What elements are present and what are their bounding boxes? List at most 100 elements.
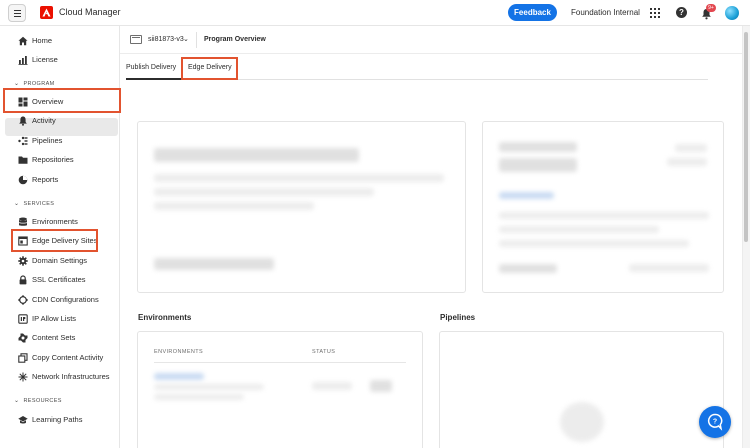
blurred-heading: [154, 148, 359, 162]
program-switcher[interactable]: sii81873-v3: [148, 36, 184, 43]
highlight-box-overview: [3, 88, 121, 113]
sidebar-item-label: Content Sets: [32, 333, 76, 342]
blurred-text: [499, 212, 709, 219]
divider: [196, 32, 197, 48]
chevron-down-icon: ⌄: [14, 201, 20, 207]
sidebar-item-label: Copy Content Activity: [32, 353, 104, 362]
sidebar-item-home[interactable]: Home: [0, 32, 120, 50]
pipelines-title: Pipelines: [440, 313, 476, 322]
main-content: sii81873-v3 ⌄ Program Overview Publish D…: [120, 26, 742, 448]
sidebar-item-pipelines[interactable]: Pipelines: [0, 132, 120, 150]
program-summary-card: [137, 121, 466, 293]
content-sets-icon: [18, 333, 28, 343]
user-avatar[interactable]: [725, 6, 739, 20]
sidebar-item-ip-allow-lists[interactable]: IP Allow Lists: [0, 310, 120, 328]
sidebar: Home License ⌄ PROGRAM Overview Activity …: [0, 26, 121, 448]
cdn-icon: [18, 295, 28, 305]
bell-icon: [19, 116, 27, 126]
database-icon: [19, 217, 27, 226]
sidebar-item-label: Environments: [32, 217, 78, 226]
environments-title: Environments: [138, 313, 192, 322]
blurred-text: [667, 158, 707, 166]
section-heading-program[interactable]: ⌄ PROGRAM: [14, 80, 55, 87]
app-title: Cloud Manager: [59, 7, 121, 17]
notification-badge: 9+: [706, 4, 716, 12]
blurred-text: [499, 226, 659, 233]
sidebar-item-label: License: [32, 55, 58, 64]
blurred-link: [154, 373, 204, 380]
chevron-down-icon[interactable]: ⌄: [183, 35, 189, 43]
sidebar-item-label: CDN Configurations: [32, 295, 99, 304]
blurred-action: [370, 380, 392, 392]
blurred-text: [154, 202, 314, 210]
program-details-card: [482, 121, 724, 293]
sidebar-item-learning-paths[interactable]: Learning Paths: [0, 411, 120, 429]
chevron-down-icon: ⌄: [14, 398, 20, 404]
blurred-text: [154, 188, 374, 196]
program-icon: [130, 35, 142, 44]
sidebar-item-label: Reports: [32, 175, 59, 184]
adobe-logo-icon: [40, 6, 53, 19]
sidebar-item-label: Domain Settings: [32, 256, 88, 265]
sidebar-item-reports[interactable]: Reports: [0, 171, 120, 189]
reports-icon: [18, 175, 28, 185]
highlight-box-edge-delivery-sites: [11, 229, 98, 252]
sidebar-item-license[interactable]: License: [0, 51, 120, 69]
blurred-link: [499, 192, 554, 199]
scrollbar-thumb[interactable]: [744, 32, 748, 242]
column-header-environments: ENVIRONMENTS: [154, 349, 204, 355]
sidebar-item-copy-content-activity[interactable]: Copy Content Activity: [0, 349, 120, 367]
sidebar-item-cdn-configurations[interactable]: CDN Configurations: [0, 291, 120, 309]
chevron-down-icon: ⌄: [14, 81, 20, 87]
folder-icon: [18, 156, 28, 164]
ip-icon: [18, 314, 28, 324]
lock-icon: [19, 275, 27, 285]
blurred-text: [499, 142, 577, 152]
sidebar-item-label: Network Infrastructures: [32, 372, 110, 381]
sidebar-item-domain-settings[interactable]: Domain Settings: [0, 252, 120, 270]
help-chat-button[interactable]: ?: [699, 406, 731, 438]
gear-icon: [18, 256, 28, 266]
sidebar-item-content-sets[interactable]: Content Sets: [0, 329, 120, 347]
sidebar-item-label: Activity: [32, 116, 56, 125]
blurred-text: [154, 394, 244, 400]
sidebar-item-label: Pipelines: [32, 136, 63, 145]
sidebar-item-repositories[interactable]: Repositories: [0, 151, 120, 169]
tab-publish-delivery[interactable]: Publish Delivery: [126, 64, 176, 71]
section-heading-resources[interactable]: ⌄ RESOURCES: [14, 397, 62, 404]
environments-card: ENVIRONMENTS STATUS: [137, 331, 423, 448]
blurred-text: [499, 264, 557, 273]
menu-icon[interactable]: [8, 4, 26, 22]
apps-grid-icon[interactable]: [650, 8, 660, 18]
page-title: Program Overview: [204, 36, 266, 43]
sidebar-item-ssl-certificates[interactable]: SSL Certificates: [0, 271, 120, 289]
highlight-box-edge-delivery-tab: [181, 57, 238, 80]
blurred-text: [675, 144, 707, 152]
blurred-text: [154, 384, 264, 390]
program-bar: sii81873-v3 ⌄ Program Overview: [120, 26, 742, 54]
blurred-illustration: [560, 402, 604, 442]
active-tab-indicator: [126, 78, 181, 80]
network-icon: [18, 372, 28, 382]
learning-icon: [18, 416, 28, 424]
blurred-button: [154, 258, 274, 270]
license-icon: [18, 56, 28, 65]
blurred-status: [312, 382, 352, 390]
blurred-text: [629, 264, 709, 272]
pipelines-icon: [18, 136, 28, 146]
sidebar-item-activity[interactable]: Activity: [0, 112, 120, 130]
sidebar-item-label: Home: [32, 36, 53, 45]
sidebar-item-label: Learning Paths: [32, 415, 83, 424]
blurred-text: [499, 240, 689, 247]
org-switcher[interactable]: Foundation Internal: [571, 8, 640, 17]
sidebar-item-label: IP Allow Lists: [32, 314, 77, 323]
sidebar-item-label: Repositories: [32, 155, 74, 164]
sidebar-item-label: SSL Certificates: [32, 275, 86, 284]
section-heading-services[interactable]: ⌄ SERVICES: [14, 200, 54, 207]
feedback-button[interactable]: Feedback: [508, 4, 557, 21]
copy-icon: [18, 353, 28, 363]
pipelines-card: [439, 331, 724, 448]
help-icon[interactable]: ?: [676, 7, 687, 18]
sidebar-item-network-infrastructures[interactable]: Network Infrastructures: [0, 368, 120, 386]
home-icon: [18, 36, 28, 46]
